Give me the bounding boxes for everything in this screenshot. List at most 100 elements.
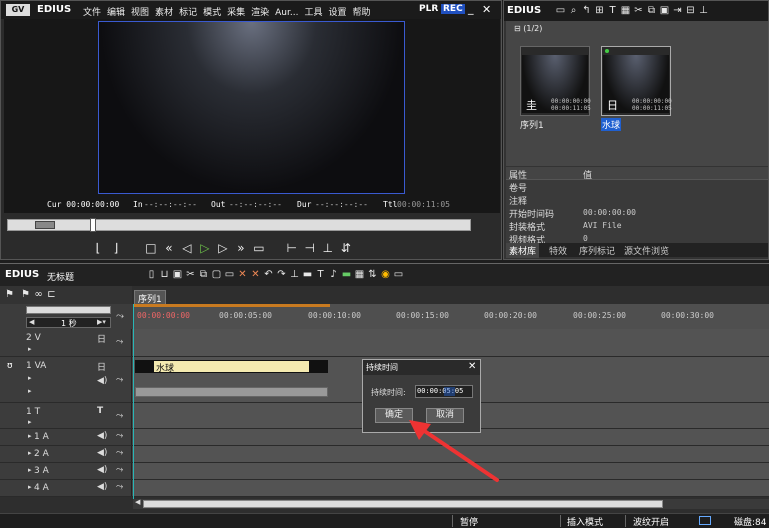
redo-icon[interactable]: ↷ [275, 268, 288, 281]
clip-name-sequence[interactable]: 序列1 [520, 118, 544, 131]
menu-render[interactable]: 渲染 [251, 8, 269, 18]
step-forward-icon[interactable]: ▷ [214, 241, 232, 255]
video-mode-icon[interactable]: ⚑ [3, 288, 16, 301]
time-ruler[interactable]: 00:00:00:00 00:00:05:00 00:00:10:00 00:0… [133, 304, 769, 329]
audio-mode-icon[interactable]: ⚑ [19, 288, 32, 301]
menu-settings[interactable]: 设置 [328, 8, 346, 18]
menu-tools[interactable]: 工具 [304, 8, 322, 18]
expand-icon[interactable]: ▸ [28, 374, 32, 382]
minimize-icon[interactable]: _ [468, 2, 474, 15]
color-wheel-icon[interactable]: ◉ [379, 268, 392, 281]
save-icon[interactable]: ▣ [171, 268, 184, 281]
tab-bin[interactable]: 素材库 [506, 243, 540, 258]
step-back-icon[interactable]: ◁ [178, 241, 196, 255]
sync-lock-icon[interactable]: ⤳ [116, 482, 123, 492]
video-clip[interactable]: 水球 [135, 360, 328, 374]
link-icon[interactable]: ⊏ [45, 288, 58, 301]
folder-toggle-icon[interactable]: ⊟ [514, 24, 521, 33]
speaker-icon[interactable]: ◀) [97, 431, 107, 441]
plr-label[interactable]: PLR [419, 4, 438, 14]
expand-icon[interactable]: ▸ [28, 432, 32, 440]
status-insert-mode[interactable]: 插入模式 [567, 515, 603, 528]
scrub-handle[interactable] [90, 218, 96, 232]
menu-help[interactable]: 帮助 [352, 8, 370, 18]
scale-right-icon[interactable]: ▶▾ [97, 318, 106, 326]
expand-icon[interactable]: ▸ [28, 483, 32, 491]
track-eye-icon[interactable]: ʊ [7, 361, 13, 371]
dialog-close-icon[interactable]: ✕ [468, 361, 476, 372]
undo-icon[interactable]: ↶ [262, 268, 275, 281]
menu-aur[interactable]: Aur... [275, 8, 298, 18]
video-track-icon[interactable]: 日 [97, 360, 106, 373]
split-icon[interactable]: ⊥ [319, 241, 337, 255]
color-icon[interactable]: ▬ [340, 268, 353, 281]
audio-clip[interactable] [135, 387, 328, 397]
add-clip-icon[interactable]: ⊞ [593, 4, 606, 17]
video-track-icon[interactable]: 日 [97, 332, 106, 345]
stop-icon[interactable]: □ [142, 241, 160, 255]
scroll-thumb[interactable] [143, 500, 663, 508]
scroll-left-icon[interactable]: ◀ [135, 498, 140, 506]
sync-lock-icon[interactable]: ⤳ [116, 465, 123, 475]
open-project-icon[interactable]: ⊔ [158, 268, 171, 281]
fast-forward-icon[interactable]: » [232, 241, 250, 255]
menu-file[interactable]: 文件 [83, 8, 101, 18]
delete-icon[interactable]: ⊟ [684, 4, 697, 17]
speaker-icon[interactable]: ◀) [97, 465, 107, 475]
menu-mode[interactable]: 模式 [203, 8, 221, 18]
clip-thumb-sequence[interactable]: 圭 00:00:00:00 00:00:11:05 [520, 46, 591, 116]
menu-capture[interactable]: 采集 [227, 8, 245, 18]
cut-icon[interactable]: ✂ [184, 268, 197, 281]
snap-icon[interactable]: ⤳ [116, 311, 124, 322]
status-ripple[interactable]: 波纹开启 [633, 515, 669, 528]
shuttle-slider[interactable] [35, 221, 55, 229]
expand-icon[interactable]: ▸ [28, 387, 32, 395]
up-icon[interactable]: ↰ [580, 4, 593, 17]
track-lane[interactable] [133, 329, 769, 356]
speaker-icon[interactable]: ◀) [97, 376, 107, 386]
tab-effects[interactable]: 特效 [546, 243, 570, 258]
layout-icon[interactable]: ▭ [392, 268, 405, 281]
menu-clip[interactable]: 素材 [155, 8, 173, 18]
menu-edit[interactable]: 编辑 [107, 8, 125, 18]
expand-icon[interactable]: ▸ [28, 449, 32, 457]
play-icon[interactable]: ▷ [196, 241, 214, 255]
copy-icon[interactable]: ⧉ [197, 268, 210, 281]
zoom-slider[interactable] [26, 306, 111, 314]
search-icon[interactable]: ⌕ [567, 4, 580, 17]
expand-icon[interactable]: ▸ [28, 345, 32, 353]
tab-source-browser[interactable]: 源文件浏览 [621, 243, 672, 258]
sync-lock-icon[interactable]: ⤳ [116, 448, 123, 458]
set-out-icon[interactable]: ⌋ [107, 241, 125, 255]
sync-lock-icon[interactable]: ⤳ [116, 337, 123, 347]
title-icon[interactable]: T [606, 4, 619, 17]
overwrite-icon[interactable]: ⊣ [301, 241, 319, 255]
menu-view[interactable]: 视图 [131, 8, 149, 18]
set-mark-icon[interactable]: ⊥ [288, 268, 301, 281]
expand-icon[interactable]: ▸ [28, 466, 32, 474]
level-icon[interactable]: ⊥ [697, 4, 710, 17]
color-bars-icon[interactable]: ▦ [619, 4, 632, 17]
voiceover-icon[interactable]: ♪ [327, 268, 340, 281]
sync-lock-icon[interactable]: ⤳ [116, 375, 123, 385]
close-icon[interactable]: ✕ [482, 3, 491, 16]
sync-lock-icon[interactable]: ⤳ [116, 431, 123, 441]
folder-icon[interactable]: ▭ [554, 4, 567, 17]
title-icon[interactable]: T [314, 268, 327, 281]
menu-marker[interactable]: 标记 [179, 8, 197, 18]
scale-selector[interactable]: ◀ 1 秒 ▶▾ [26, 317, 111, 328]
rewind-icon[interactable]: « [160, 241, 178, 255]
paste-icon[interactable]: ▢ [210, 268, 223, 281]
ripple-delete-icon[interactable]: ✕ [249, 268, 262, 281]
level-icon[interactable]: ▬ [301, 268, 314, 281]
horizontal-scrollbar[interactable]: ◀ [133, 498, 769, 509]
set-in-icon[interactable]: ⌊ [89, 241, 107, 255]
title-track-icon[interactable]: T [97, 406, 103, 416]
sync-icon[interactable]: ∞ [32, 288, 45, 301]
delete-clip-icon[interactable]: ✕ [236, 268, 249, 281]
clip-thumb-water[interactable]: 日 00:00:00:00 00:00:11:05 [601, 46, 672, 116]
tab-markers[interactable]: 序列标记 [576, 243, 618, 258]
mixer-icon[interactable]: ⇅ [366, 268, 379, 281]
cut-icon[interactable]: ✂ [632, 4, 645, 17]
loop-icon[interactable]: ▭ [250, 241, 268, 255]
